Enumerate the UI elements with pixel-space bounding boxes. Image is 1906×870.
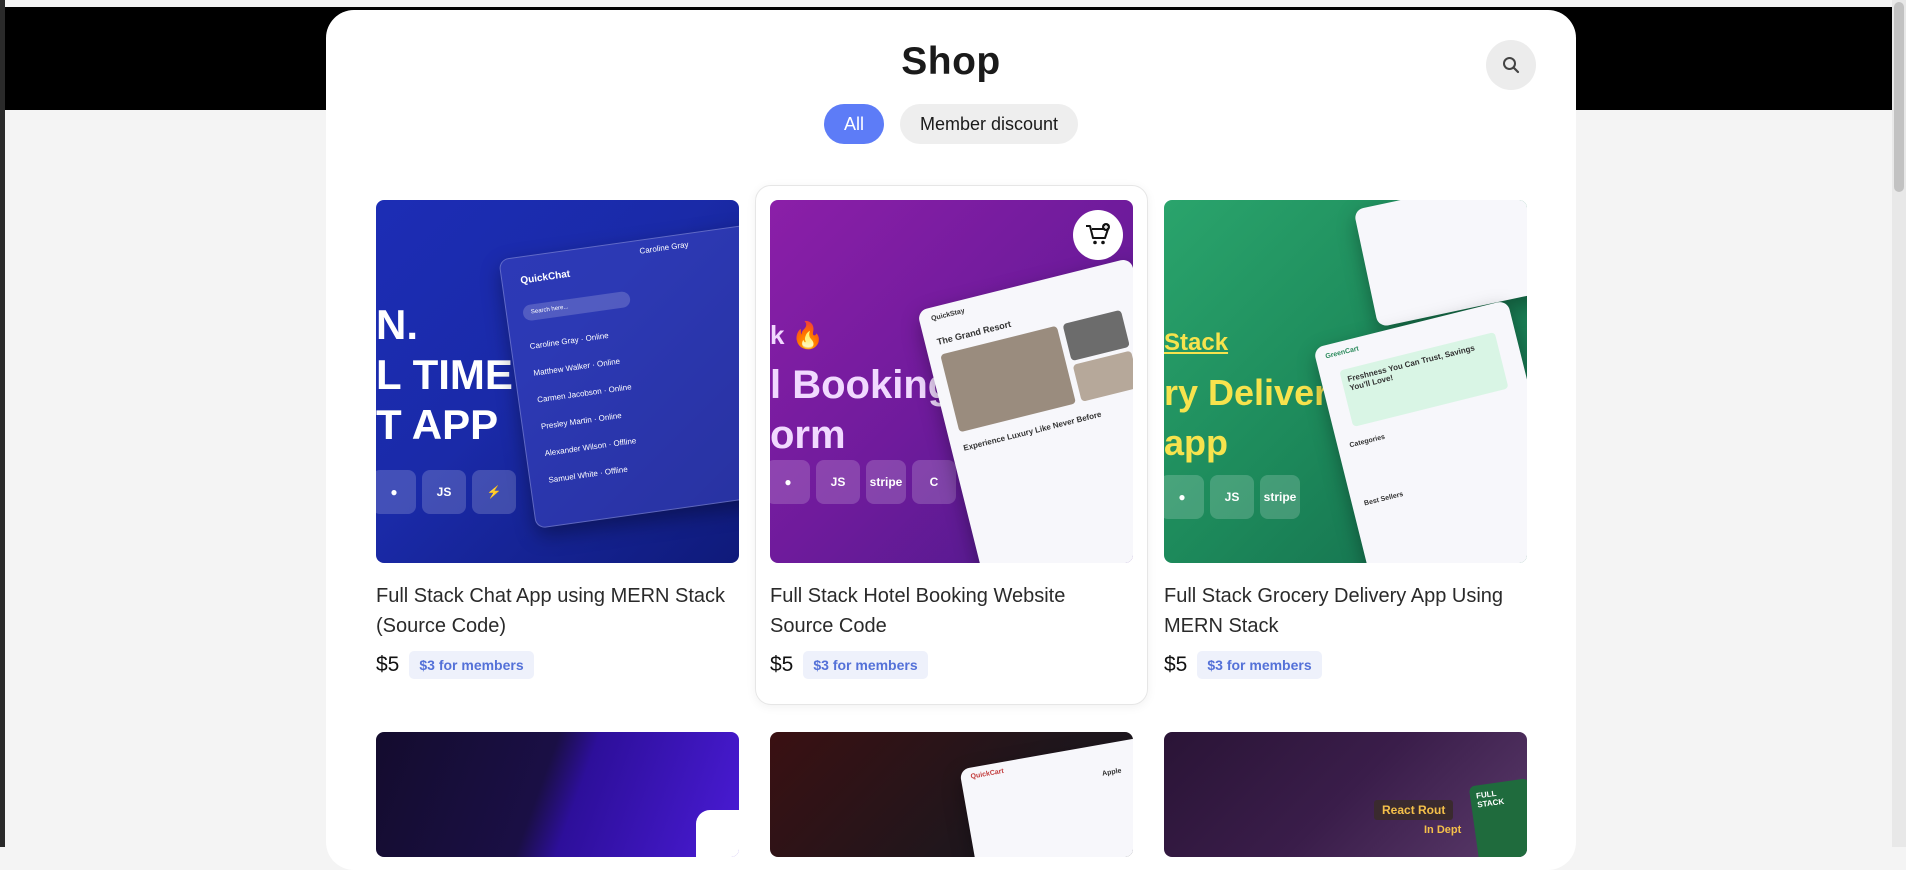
cart-plus-icon [1086, 223, 1110, 245]
thumb-line1: N. [376, 301, 418, 348]
filter-tabs: All Member discount [326, 104, 1576, 144]
mongodb-icon: ● [770, 460, 810, 504]
filter-all[interactable]: All [823, 104, 884, 144]
thumb-line2: L TIME [376, 351, 513, 398]
mongodb-icon: ● [376, 470, 416, 514]
thumb-line3: orm [770, 413, 846, 457]
app-logo [696, 810, 739, 857]
tag-label: In Dept [1424, 824, 1462, 836]
product-card[interactable]: QuickCart Apple [770, 732, 1133, 857]
stripe-icon: stripe [1260, 475, 1300, 519]
mock-brand: QuickStay [930, 307, 966, 323]
nodejs-icon: JS [1210, 475, 1254, 519]
member-price-badge: $3 for members [1197, 651, 1322, 679]
page-title: Shop [901, 40, 1001, 83]
mock-brand: QuickCart [970, 767, 1005, 781]
mock-section: Categories [1348, 433, 1386, 450]
thumb-line3: app [1164, 422, 1229, 463]
product-thumbnail[interactable]: React Rout In Dept FULL STACK [1164, 732, 1527, 857]
stripe-icon: stripe [866, 460, 906, 504]
window-edge [0, 0, 5, 847]
search-icon [1503, 57, 1520, 74]
mock-search: Search here... [522, 290, 632, 322]
product-card[interactable]: N. L TIME T APP ● JS ⚡ QuickChat Carolin… [376, 200, 739, 679]
clerk-icon: C [912, 460, 956, 504]
product-card[interactable]: Stack ry Delivery app ● JS stripe GreenC… [1164, 200, 1527, 679]
add-to-cart-button[interactable] [1073, 210, 1123, 260]
thumb-line2: l Booking [770, 363, 953, 407]
grocery-app-mock: GreenCart Freshness You Can Trust, Savin… [1313, 299, 1527, 563]
product-thumbnail[interactable]: k 🔥 l Booking orm ● JS stripe C QuickSta… [770, 200, 1133, 563]
mock-section: Best Sellers [1363, 490, 1405, 508]
nodejs-icon: JS [422, 470, 466, 514]
shop-panel: Shop All Member discount N. L TIME T APP… [326, 10, 1576, 870]
hotel-app-mock: QuickStay The Grand Resort Experience Lu… [916, 257, 1133, 563]
scrollbar-thumb[interactable] [1894, 2, 1904, 192]
product-thumbnail[interactable]: QuickCart Apple [770, 732, 1133, 857]
price-row: $5 $3 for members [1164, 651, 1527, 679]
socketio-icon: ⚡ [472, 470, 516, 514]
thumb-line3: T APP [376, 401, 499, 448]
filter-member-discount[interactable]: Member discount [899, 104, 1079, 144]
product-price: $5 [770, 653, 794, 676]
nodejs-icon: JS [816, 460, 860, 504]
product-name[interactable]: Full Stack Chat App using MERN Stack (So… [376, 581, 739, 641]
chat-app-mock: QuickChat Caroline Gray Search here... C… [498, 223, 739, 529]
badge-card: FULL STACK [1468, 778, 1527, 857]
price-row: $5 $3 for members [770, 651, 1133, 679]
price-row: $5 $3 for members [376, 651, 739, 679]
mock-app-name: QuickChat [519, 268, 571, 287]
tag-label: React Rout [1374, 800, 1454, 820]
mock-hero: Freshness You Can Trust, Savings You'll … [1339, 331, 1509, 427]
mock-product: Apple [1101, 767, 1123, 778]
shop-app-mock: QuickCart Apple [959, 736, 1133, 857]
mongodb-icon: ● [1164, 475, 1204, 519]
product-name[interactable]: Full Stack Grocery Delivery App Using ME… [1164, 581, 1527, 641]
product-name[interactable]: Full Stack Hotel Booking Website Source … [770, 581, 1133, 641]
product-thumbnail[interactable] [376, 732, 739, 857]
member-price-badge: $3 for members [803, 651, 928, 679]
product-thumbnail[interactable]: N. L TIME T APP ● JS ⚡ QuickChat Carolin… [376, 200, 739, 563]
scrollbar[interactable] [1892, 0, 1906, 847]
product-price: $5 [1164, 653, 1188, 676]
product-card[interactable]: k 🔥 l Booking orm ● JS stripe C QuickSta… [755, 185, 1148, 705]
product-card[interactable] [376, 732, 739, 857]
mock-contact: Caroline Gray [638, 239, 690, 256]
room-photo [940, 325, 1077, 433]
product-price: $5 [376, 653, 400, 676]
search-button[interactable] [1486, 40, 1536, 90]
mock-brand: GreenCart [1324, 345, 1360, 361]
product-card[interactable]: React Rout In Dept FULL STACK [1164, 732, 1527, 857]
member-price-badge: $3 for members [409, 651, 534, 679]
product-thumbnail[interactable]: Stack ry Delivery app ● JS stripe GreenC… [1164, 200, 1527, 563]
mock-contact-list: Caroline Gray · Online Matthew Walker · … [529, 330, 637, 485]
